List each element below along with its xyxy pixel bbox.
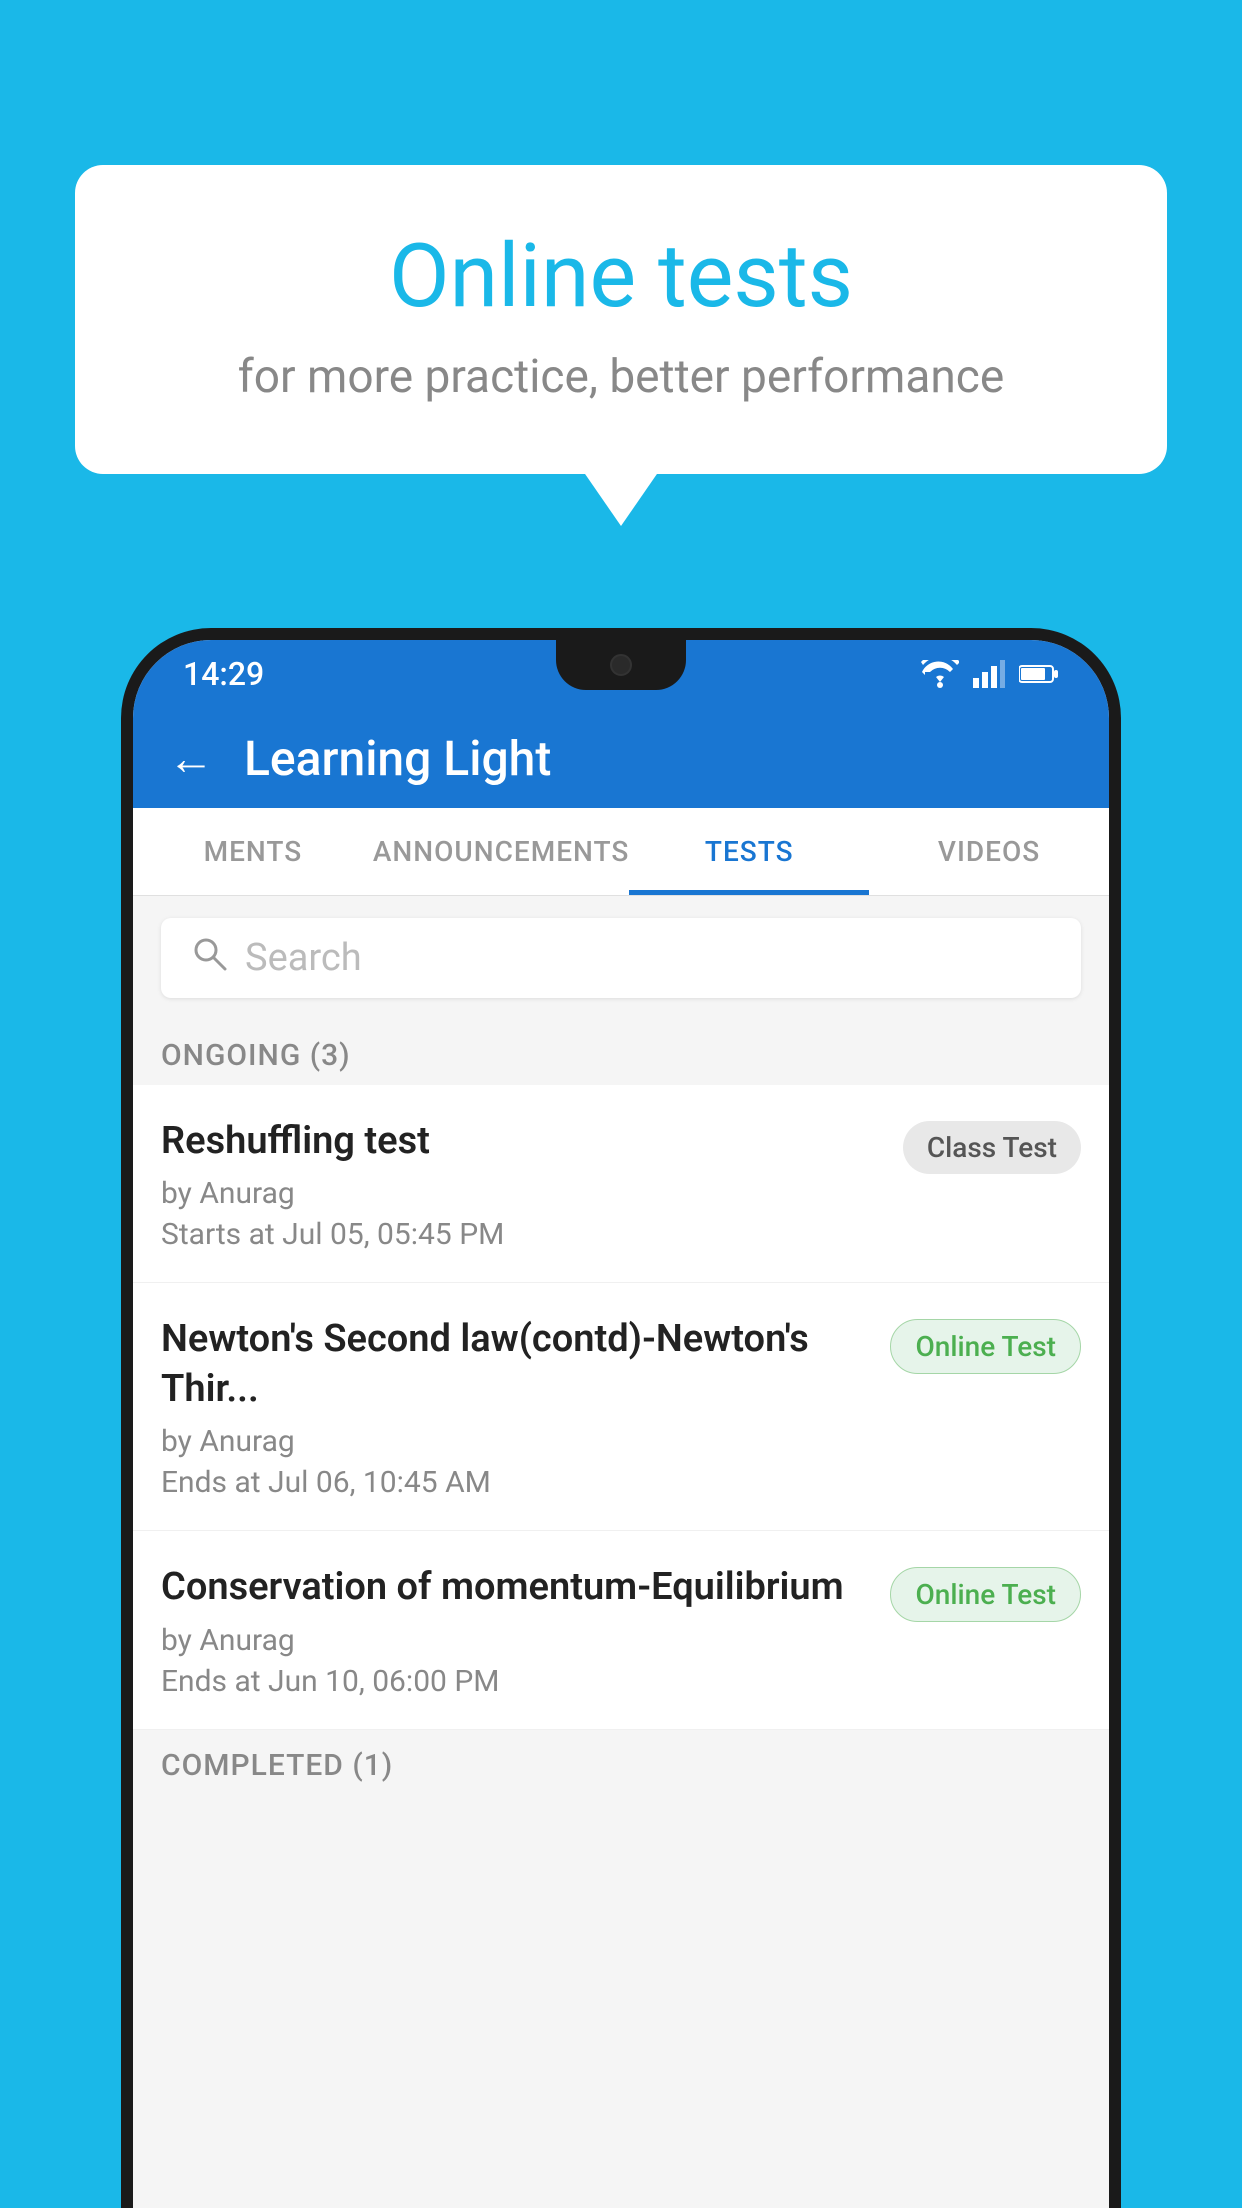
test-name: Newton's Second law(contd)-Newton's Thir… bbox=[161, 1315, 870, 1414]
status-icons bbox=[921, 660, 1059, 688]
status-time: 14:29 bbox=[183, 655, 264, 693]
test-badge-online: Online Test bbox=[890, 1319, 1081, 1374]
test-time: Starts at Jul 05, 05:45 PM bbox=[161, 1217, 883, 1252]
search-placeholder: Search bbox=[245, 936, 362, 980]
back-button[interactable]: ← bbox=[168, 731, 214, 786]
test-time: Ends at Jul 06, 10:45 AM bbox=[161, 1465, 870, 1500]
bubble-subtitle: for more practice, better performance bbox=[155, 350, 1087, 404]
bubble-title: Online tests bbox=[155, 225, 1087, 328]
test-badge-online-2: Online Test bbox=[890, 1567, 1081, 1622]
test-info: Conservation of momentum-Equilibrium by … bbox=[161, 1563, 870, 1698]
phone-screen: 14:29 bbox=[133, 640, 1109, 2208]
test-by: by Anurag bbox=[161, 1623, 870, 1658]
search-icon bbox=[191, 935, 227, 981]
test-item[interactable]: Conservation of momentum-Equilibrium by … bbox=[133, 1531, 1109, 1729]
ongoing-section-header: ONGOING (3) bbox=[133, 1020, 1109, 1085]
test-info: Newton's Second law(contd)-Newton's Thir… bbox=[161, 1315, 870, 1500]
test-item[interactable]: Reshuffling test by Anurag Starts at Jul… bbox=[133, 1085, 1109, 1283]
search-container: Search bbox=[133, 896, 1109, 1020]
speech-bubble: Online tests for more practice, better p… bbox=[75, 165, 1167, 474]
test-by: by Anurag bbox=[161, 1176, 883, 1211]
tab-announcements[interactable]: ANNOUNCEMENTS bbox=[373, 808, 629, 895]
screen-content: Search ONGOING (3) Reshuffling test by A… bbox=[133, 896, 1109, 2208]
tab-videos[interactable]: VIDEOS bbox=[869, 808, 1109, 895]
phone-frame: 14:29 bbox=[121, 628, 1121, 2208]
app-bar: ← Learning Light bbox=[133, 708, 1109, 808]
tab-ments[interactable]: MENTS bbox=[133, 808, 373, 895]
signal-icon bbox=[973, 660, 1005, 688]
test-name: Reshuffling test bbox=[161, 1117, 883, 1166]
test-name: Conservation of momentum-Equilibrium bbox=[161, 1563, 870, 1612]
search-bar[interactable]: Search bbox=[161, 918, 1081, 998]
completed-section-header: COMPLETED (1) bbox=[133, 1730, 1109, 1795]
tab-tests[interactable]: TESTS bbox=[629, 808, 869, 895]
front-camera bbox=[610, 654, 632, 676]
test-badge-class: Class Test bbox=[903, 1121, 1081, 1174]
test-by: by Anurag bbox=[161, 1424, 870, 1459]
wifi-icon bbox=[921, 660, 959, 688]
test-list: Reshuffling test by Anurag Starts at Jul… bbox=[133, 1085, 1109, 1730]
test-info: Reshuffling test by Anurag Starts at Jul… bbox=[161, 1117, 883, 1252]
test-time: Ends at Jun 10, 06:00 PM bbox=[161, 1664, 870, 1699]
notch bbox=[556, 640, 686, 690]
battery-icon bbox=[1019, 663, 1059, 685]
app-bar-title: Learning Light bbox=[244, 730, 551, 787]
test-item[interactable]: Newton's Second law(contd)-Newton's Thir… bbox=[133, 1283, 1109, 1531]
tabs-bar: MENTS ANNOUNCEMENTS TESTS VIDEOS bbox=[133, 808, 1109, 896]
